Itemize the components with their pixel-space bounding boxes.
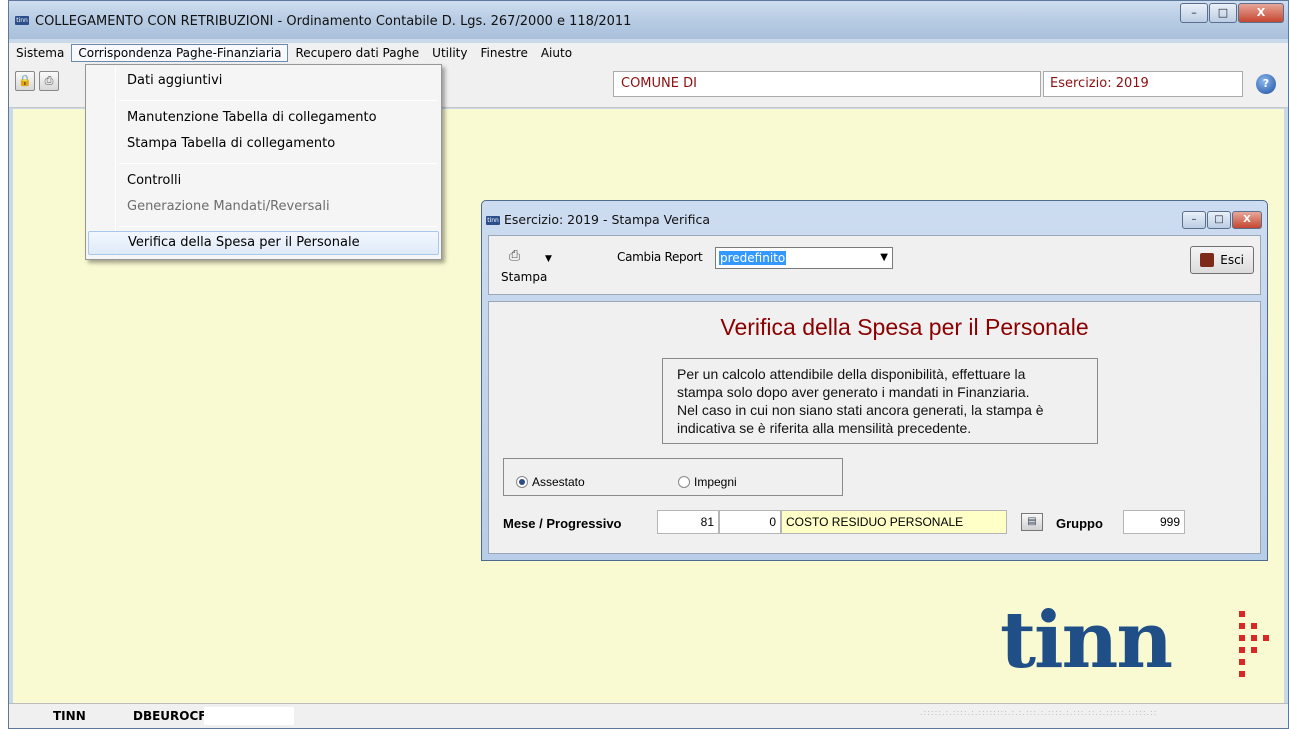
- menu-bar: Sistema Corrispondenza Paghe-Finanziaria…: [9, 43, 1288, 63]
- menu-item-dati-aggiuntivi[interactable]: Dati aggiuntivi: [88, 69, 439, 93]
- menu-separator: [119, 100, 437, 101]
- dialog-body: Verifica della Spesa per il Personale Pe…: [488, 301, 1261, 554]
- dialog-title-bar[interactable]: tinn Esercizio: 2019 - Stampa Verifica: [486, 212, 710, 227]
- comune-field: COMUNE DI: [613, 71, 1041, 97]
- help-icon[interactable]: ?: [1256, 74, 1276, 94]
- esci-button[interactable]: Esci: [1190, 246, 1254, 274]
- dialog-toolbar: ⎙ ▼ Stampa Cambia Report predefinito ▼ E…: [488, 235, 1261, 295]
- menu-finestre[interactable]: Finestre: [474, 45, 533, 61]
- radio-assestato-label: Assestato: [532, 475, 585, 489]
- gruppo-input[interactable]: 999: [1123, 510, 1185, 534]
- status-user: TINN: [53, 709, 86, 723]
- close-button[interactable]: X: [1238, 3, 1284, 23]
- report-heading: Verifica della Spesa per il Personale: [720, 314, 1089, 340]
- menu-item-verifica-spesa[interactable]: Verifica della Spesa per il Personale: [88, 231, 439, 255]
- menu-item-controlli[interactable]: Controlli: [88, 169, 439, 193]
- status-db-redacted: [204, 707, 294, 725]
- dialog-maximize-button[interactable]: □: [1207, 211, 1231, 229]
- logo-dots: [1239, 611, 1287, 679]
- gruppo-label: Gruppo: [1056, 516, 1103, 531]
- tinn-logo: tinn: [995, 601, 1269, 685]
- menu-item-generazione-mandati: Generazione Mandati/Reversali: [127, 199, 330, 214]
- status-database: DBEUROCF_: [133, 709, 213, 723]
- note-line: Nel caso in cui non siano stati ancora g…: [677, 402, 1044, 418]
- lookup-icon[interactable]: ▤: [1021, 513, 1043, 531]
- minimize-button[interactable]: –: [1180, 3, 1208, 23]
- menu-corrispondenza[interactable]: Corrispondenza Paghe-Finanziaria: [71, 44, 289, 62]
- logo-wordmark: tinn: [1000, 595, 1173, 686]
- maximize-button[interactable]: □: [1209, 3, 1237, 23]
- menu-utility[interactable]: Utility: [426, 45, 473, 61]
- radio-group: Assestato Impegni: [503, 458, 843, 496]
- chevron-down-icon[interactable]: ▼: [880, 252, 888, 263]
- descrizione-field: COSTO RESIDUO PERSONALE: [781, 510, 1007, 534]
- menu-item-stampa-tabella[interactable]: Stampa Tabella di collegamento: [88, 132, 439, 156]
- dialog-close-button[interactable]: X: [1232, 211, 1262, 229]
- menu-sistema[interactable]: Sistema: [10, 45, 70, 61]
- chevron-down-icon[interactable]: ▼: [545, 254, 552, 264]
- report-select-value: predefinito: [719, 251, 787, 265]
- watermark-pattern: .:::::.:.::::.:.::::::::.:.:.:::.:.::::.…: [920, 708, 1158, 717]
- cambia-report-label: Cambia Report: [617, 250, 703, 264]
- dialog-caption-buttons: – □ X: [1181, 211, 1262, 229]
- radio-dot[interactable]: [678, 476, 690, 488]
- menu-gutter: [115, 67, 116, 257]
- esci-label: Esci: [1220, 253, 1244, 267]
- info-note: Per un calcolo attendibile della disponi…: [662, 358, 1098, 444]
- stampa-button[interactable]: ⎙ ▼ Stampa: [501, 246, 561, 288]
- dropdown-menu-corrispondenza: Dati aggiuntivi Manutenzione Tabella di …: [85, 64, 442, 260]
- caption-buttons: – □ X: [1179, 3, 1284, 23]
- printer-icon[interactable]: ⎙: [39, 71, 59, 91]
- dialog-minimize-button[interactable]: –: [1182, 211, 1206, 229]
- menu-recupero-dati-paghe[interactable]: Recupero dati Paghe: [289, 45, 425, 61]
- stampa-label: Stampa: [501, 270, 548, 284]
- menu-aiuto[interactable]: Aiuto: [535, 45, 578, 61]
- radio-impegni-label: Impegni: [694, 475, 737, 489]
- note-line: indicativa se è riferita alla mensilità …: [677, 420, 972, 436]
- progressivo-input[interactable]: 0: [719, 510, 781, 534]
- menu-separator: [119, 226, 437, 227]
- comune-name-redacted: [706, 73, 870, 95]
- app-icon: tinn: [15, 16, 29, 25]
- stampa-verifica-window: tinn Esercizio: 2019 - Stampa Verifica – …: [481, 200, 1268, 561]
- exit-door-icon: [1200, 253, 1214, 267]
- radio-dot[interactable]: [516, 476, 528, 488]
- radio-impegni[interactable]: Impegni: [678, 475, 737, 489]
- mese-progressivo-label: Mese / Progressivo: [503, 516, 622, 531]
- menu-separator: [119, 163, 437, 164]
- comune-label: COMUNE DI: [621, 76, 697, 91]
- title-bar[interactable]: tinn COLLEGAMENTO CON RETRIBUZIONI - Ord…: [9, 1, 1288, 39]
- mese-input[interactable]: 81: [657, 510, 719, 534]
- radio-assestato[interactable]: Assestato: [516, 475, 585, 489]
- dialog-app-icon: tinn: [486, 216, 500, 225]
- menu-item-manutenzione-tabella[interactable]: Manutenzione Tabella di collegamento: [88, 106, 439, 130]
- dialog-title: Esercizio: 2019 - Stampa Verifica: [504, 212, 710, 227]
- printer-icon: ⎙: [509, 248, 521, 264]
- note-line: Per un calcolo attendibile della disponi…: [677, 366, 1026, 382]
- note-line: stampa solo dopo aver generato i mandati…: [677, 384, 1030, 400]
- report-select[interactable]: predefinito ▼: [715, 247, 893, 269]
- lock-icon[interactable]: 🔒: [15, 71, 35, 91]
- esercizio-field: Esercizio: 2019: [1043, 71, 1243, 97]
- window-title: COLLEGAMENTO CON RETRIBUZIONI - Ordiname…: [35, 14, 632, 29]
